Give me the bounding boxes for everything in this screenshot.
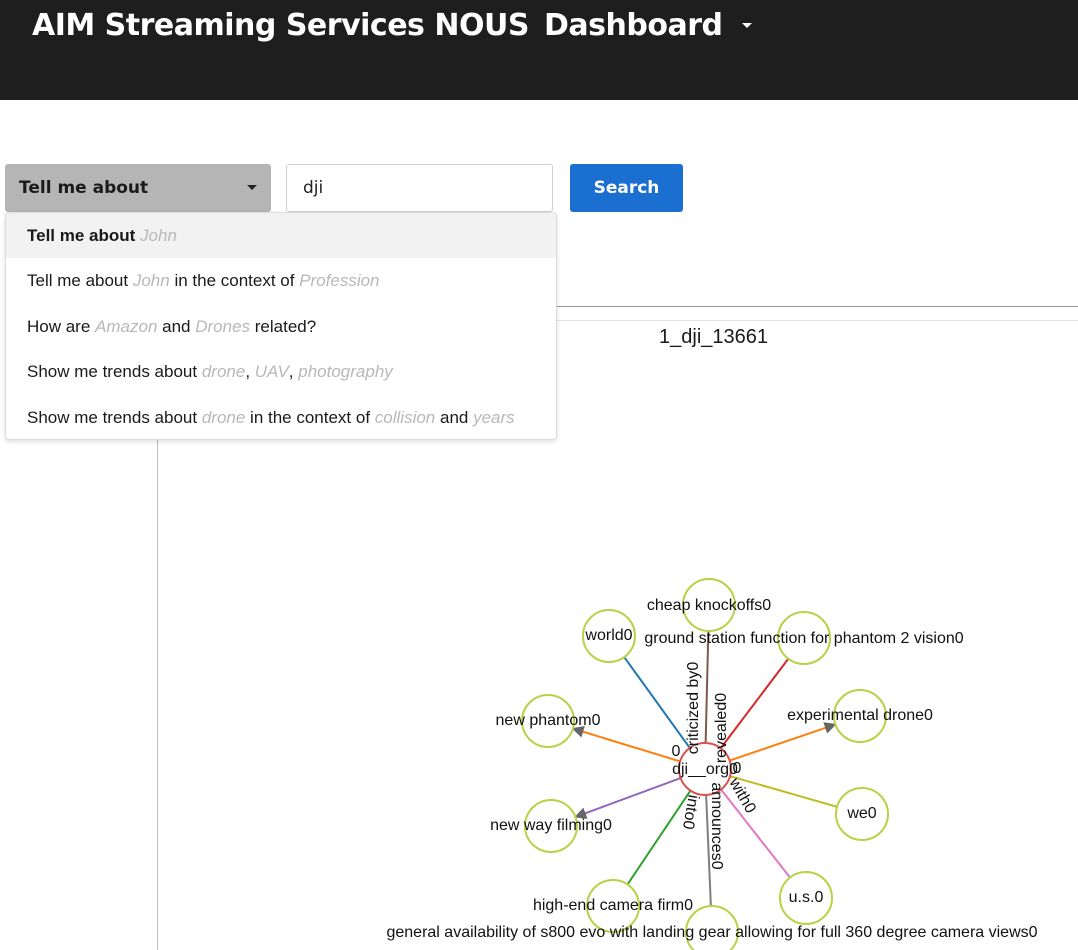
query-option-text: Show me trends about: [27, 362, 202, 382]
query-placeholder-word: Profession: [299, 271, 380, 291]
graph-node-label: we0: [846, 805, 876, 822]
query-placeholder-word: drone: [201, 407, 246, 427]
query-option-text: ,: [245, 362, 255, 382]
query-option-text: and: [157, 316, 196, 336]
graph-edge-label: revealed0: [713, 693, 730, 763]
query-option-text: Tell me about: [27, 271, 133, 291]
query-option-text: in the context of: [245, 407, 375, 427]
query-option-text: ,: [288, 362, 299, 382]
graph-center-label: dji__org0: [672, 761, 738, 778]
query-option-1[interactable]: Tell me about John: [6, 213, 556, 259]
query-option-3[interactable]: How are Amazon and Drones related?: [6, 304, 556, 349]
graph-edge-label: announces0: [708, 782, 725, 869]
query-placeholder-word: Drones: [195, 316, 251, 336]
query-placeholder-word: years: [473, 407, 515, 427]
graph-edge-exp: [729, 722, 837, 762]
knowledge-graph: criticized by0 revealed000with0into0 annou…: [386, 578, 1038, 950]
graph-edge-cheap: [704, 630, 710, 744]
query-placeholder-word: John: [132, 271, 170, 291]
query-type-dropdown: Tell me about John Tell me about John in …: [5, 212, 557, 440]
graph-node-label: ground station function for phantom 2 vi…: [644, 630, 963, 647]
query-option-text: Show me trends about: [27, 407, 202, 427]
graph-edge-label: 0: [672, 743, 681, 760]
graph-edge-newway: [574, 777, 681, 819]
query-option-text: and: [435, 407, 474, 427]
graph-node-label: u.s.0: [789, 889, 824, 906]
graph-edge-newphantom: [571, 726, 681, 763]
query-placeholder-word: drone: [201, 362, 246, 382]
query-placeholder-word: UAV: [254, 362, 289, 382]
graph-node-label: experimental drone0: [787, 707, 933, 724]
query-placeholder-word: Amazon: [95, 316, 158, 336]
query-option-text: How are: [27, 316, 96, 336]
graph-edge-label: into0: [679, 793, 702, 830]
graph-node-label: new phantom0: [496, 712, 601, 729]
query-placeholder-word: John: [140, 226, 177, 245]
query-option-text: Tell me about: [27, 226, 141, 245]
query-placeholder-word: collision: [374, 407, 436, 427]
graph-node-label: general availability of s800 evo with la…: [386, 924, 1037, 941]
graph-edge-highend: [626, 790, 692, 885]
query-option-5[interactable]: Show me trends about drone in the contex…: [6, 395, 556, 439]
graph-node-label: cheap knockoffs0: [647, 597, 771, 614]
graph-edge-label: with0: [725, 775, 759, 817]
graph-node-label: new way filming0: [490, 817, 612, 834]
query-option-2[interactable]: Tell me about John in the context of Pro…: [6, 258, 556, 303]
graph-node-label: world0: [584, 627, 632, 644]
graph-edge-ground: [719, 658, 790, 749]
query-option-text: related?: [250, 316, 317, 336]
query-option-4[interactable]: Show me trends about drone, UAV, photogr…: [6, 349, 556, 394]
graph-node-label: high-end camera firm0: [533, 897, 693, 914]
query-placeholder-word: photography: [298, 362, 393, 382]
query-option-text: in the context of: [169, 271, 300, 291]
graph-edge-label: criticized by0: [685, 662, 702, 755]
graph-edge-world: [623, 656, 691, 749]
